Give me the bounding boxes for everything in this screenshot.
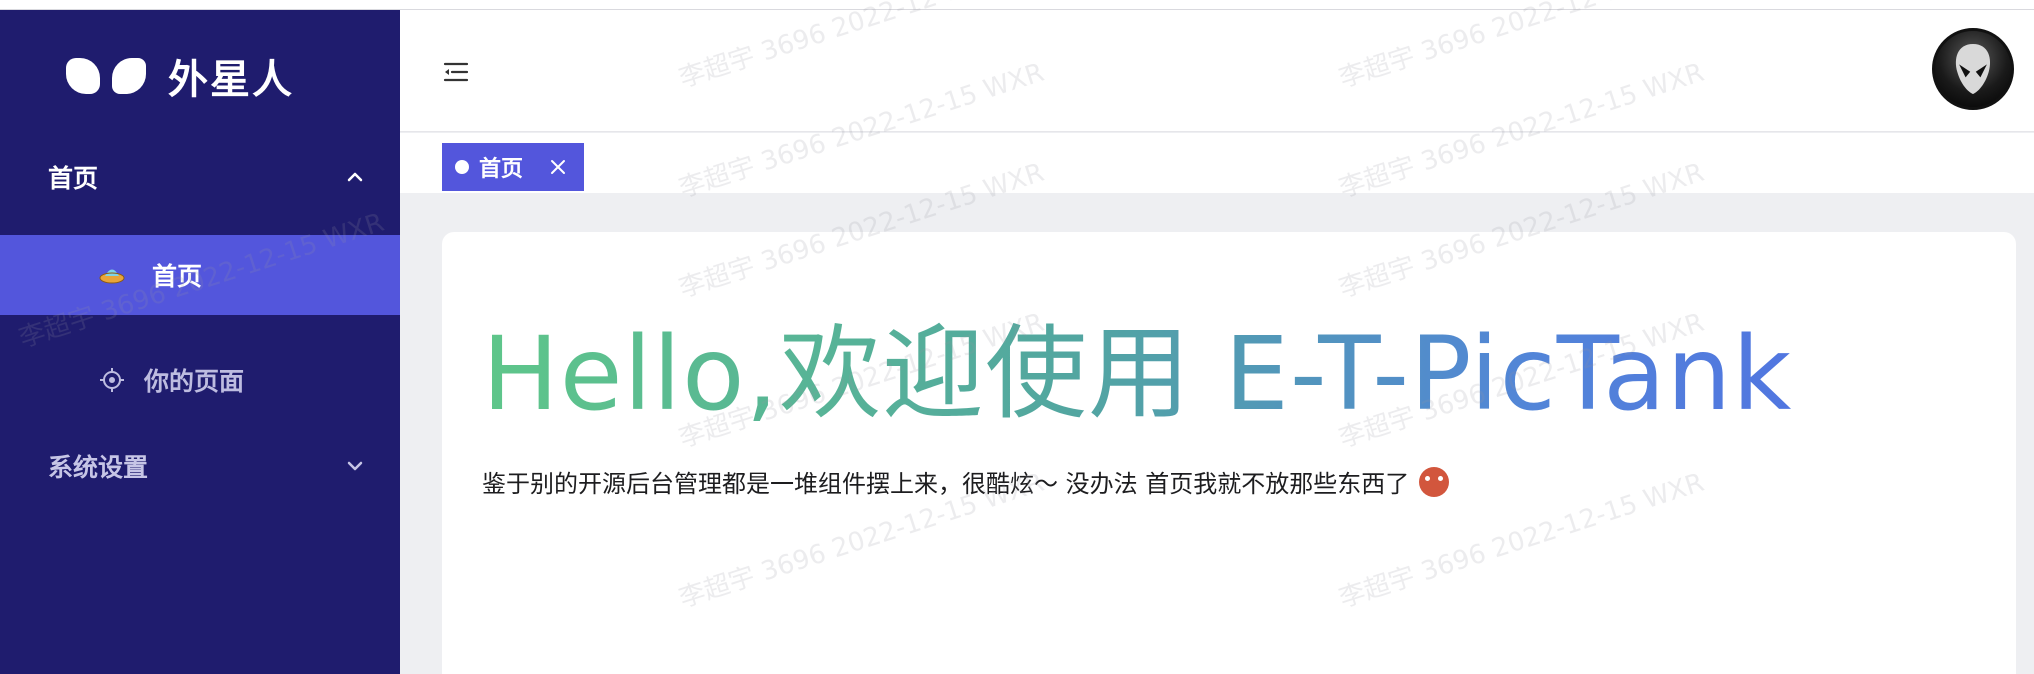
user-avatar[interactable]: [1932, 28, 2014, 110]
chevron-up-icon: [347, 172, 363, 182]
active-dot-icon: [455, 160, 469, 174]
sidebar-item-your-page[interactable]: 你的页面: [0, 340, 400, 420]
window-top-edge: [0, 0, 2034, 10]
brand-logo[interactable]: 外星人: [66, 50, 294, 103]
tabs-bar: 首页: [400, 133, 2034, 193]
sidebar-item-label: 首页: [152, 262, 203, 291]
logo-text: 外星人: [168, 57, 294, 103]
logo-mark-icon: [66, 58, 146, 94]
sidebar: 外星人 首页 首页 你的页面 系统设置: [0, 10, 400, 674]
main-area: 首页 Hello,欢迎使用 E-T-PicTank 鉴于别的开源后台管理都是一堆…: [400, 10, 2034, 674]
target-icon: [100, 368, 124, 392]
logo-blob-right: [112, 58, 146, 94]
tab-home[interactable]: 首页: [442, 143, 584, 191]
close-icon[interactable]: [548, 157, 568, 177]
welcome-headline: Hello,欢迎使用 E-T-PicTank: [482, 292, 1792, 439]
menu-fold-icon[interactable]: [442, 60, 470, 84]
menu-group-home[interactable]: 首页: [0, 145, 400, 209]
logo-blob-left: [66, 58, 100, 94]
menu-group-settings[interactable]: 系统设置: [0, 434, 400, 498]
menu-group-label: 首页: [48, 164, 99, 193]
sidebar-item-label: 你的页面: [144, 367, 245, 396]
chevron-down-icon: [347, 461, 363, 471]
tab-label: 首页: [479, 157, 524, 182]
menu-group-label: 系统设置: [48, 453, 149, 482]
description-text: 鉴于别的开源后台管理都是一堆组件摆上来，很酷炫～ 没办法 首页我就不放那些东西了: [482, 470, 1410, 498]
ufo-icon: [99, 269, 125, 284]
sidebar-item-home[interactable]: 首页: [0, 235, 400, 315]
top-header: [400, 10, 2034, 132]
devil-face-emoji-icon: [1419, 466, 1450, 497]
alien-icon: [1955, 43, 1991, 95]
welcome-card: Hello,欢迎使用 E-T-PicTank 鉴于别的开源后台管理都是一堆组件摆…: [442, 232, 2016, 674]
welcome-description: 鉴于别的开源后台管理都是一堆组件摆上来，很酷炫～ 没办法 首页我就不放那些东西了: [482, 464, 1450, 499]
app-root: 外星人 首页 首页 你的页面 系统设置 首页 Hello,欢迎使用 E-T-Pi…: [0, 0, 2034, 674]
